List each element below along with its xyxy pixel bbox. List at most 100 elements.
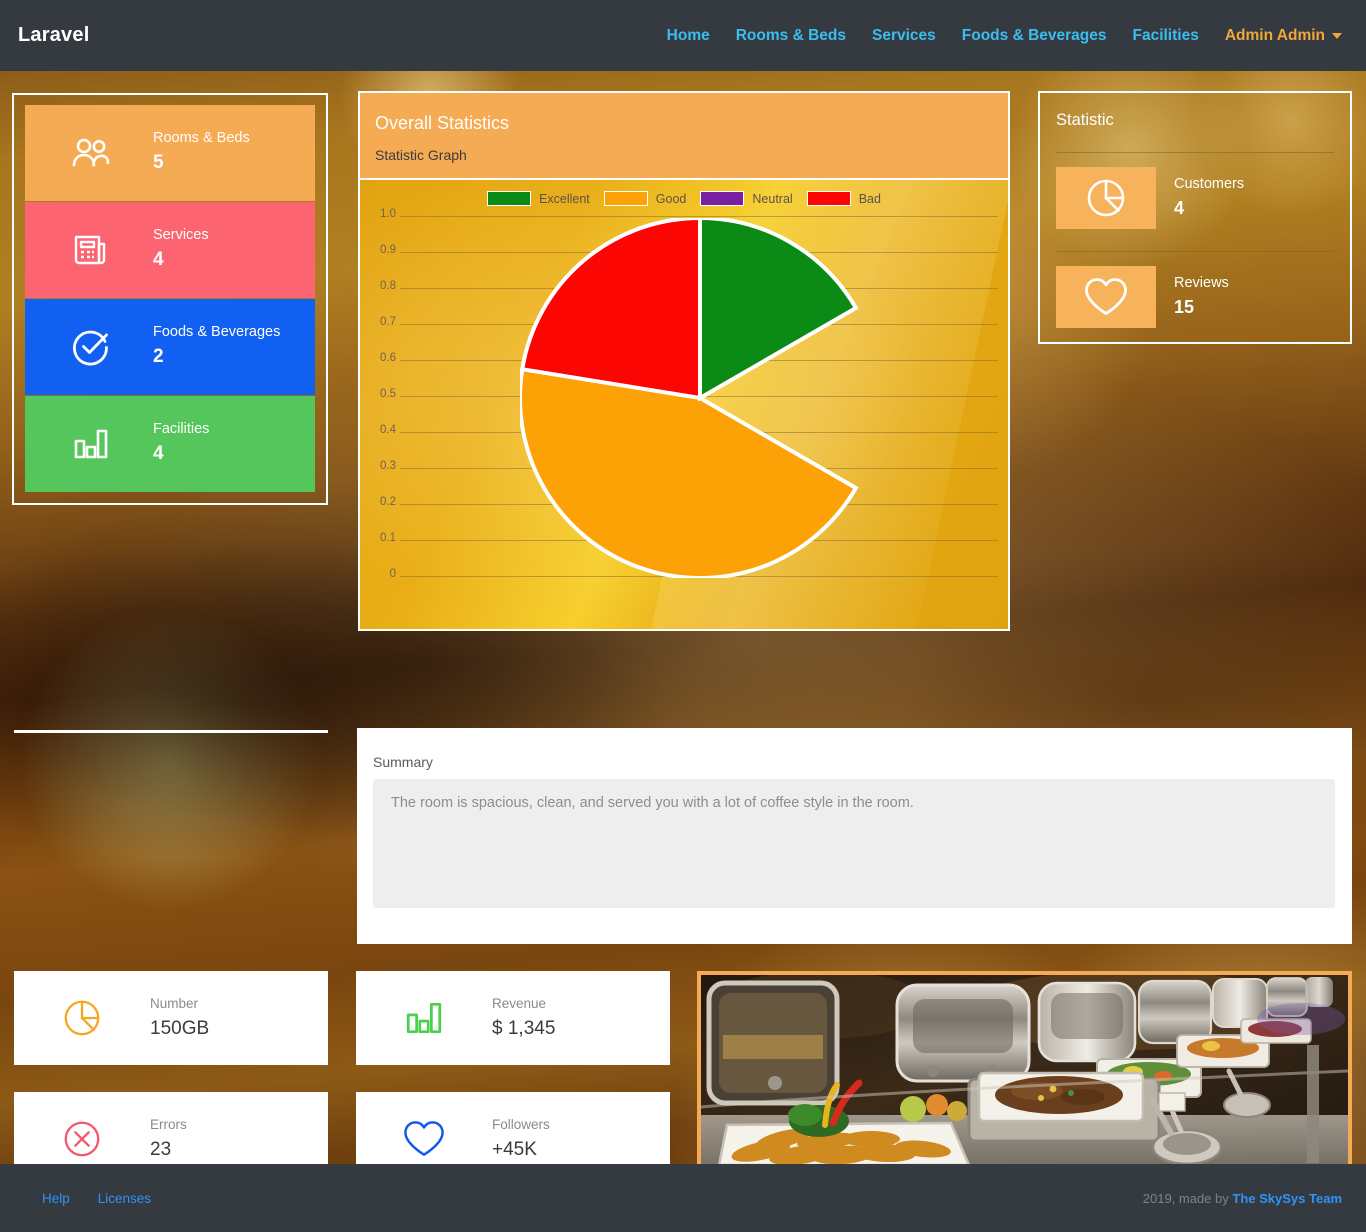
footer-credit-link[interactable]: The SkySys Team xyxy=(1232,1191,1342,1206)
statistic-row-text: Reviews 15 xyxy=(1156,273,1229,322)
chart-y-tick: 1.0 xyxy=(380,208,396,220)
chart-legend: Excellent Good Neutral Bad xyxy=(360,191,1008,206)
summary-card: Summary xyxy=(357,728,1352,944)
user-menu-label: Admin Admin xyxy=(1224,26,1325,44)
pie-chart-icon xyxy=(1056,167,1156,229)
mini-card-value: 23 xyxy=(150,1139,172,1161)
chart-title: Overall Statistics xyxy=(375,113,510,133)
quick-stat-value: 4 xyxy=(153,249,164,271)
legend-swatch-neutral xyxy=(700,191,745,206)
legend-item-excellent[interactable]: Excellent xyxy=(487,191,590,206)
mini-card-label: Followers xyxy=(492,1117,550,1133)
buffet-food-photo xyxy=(701,975,1348,1177)
mini-card-label: Revenue xyxy=(492,996,547,1012)
chart-y-tick: 0.1 xyxy=(380,532,396,544)
mini-card-label: Errors xyxy=(150,1117,187,1133)
mini-card-label: Number xyxy=(150,996,199,1012)
chart-subtitle: Statistic Graph xyxy=(375,147,467,163)
nav-links: Home Rooms & Beds Services Foods & Bever… xyxy=(667,27,1350,45)
quick-stat-foods-beverages[interactable]: Foods & Beverages 2 xyxy=(25,299,315,395)
chart-y-tick: 0.8 xyxy=(380,280,396,292)
quick-stat-label: Facilities xyxy=(153,421,210,438)
statistic-row-text: Customers 4 xyxy=(1156,174,1244,223)
mini-card-value: 150GB xyxy=(150,1018,210,1040)
quick-stat-text: Rooms & Beds 5 xyxy=(153,128,250,178)
check-circle-icon xyxy=(29,327,153,367)
quick-stat-value: 5 xyxy=(153,152,164,174)
quick-stat-label: Services xyxy=(153,227,209,244)
chart-y-tick: 0.5 xyxy=(380,388,396,400)
statistic-row-value: 15 xyxy=(1174,297,1195,318)
footer-credit: 2019, made by The SkySys Team xyxy=(1143,1191,1342,1206)
buffet-photo-card[interactable] xyxy=(697,971,1352,1181)
statistic-row-reviews[interactable]: Reviews 15 xyxy=(1056,252,1334,328)
footer: Help Licenses 2019, made by The SkySys T… xyxy=(0,1164,1366,1232)
newspaper-icon xyxy=(29,233,153,267)
mini-card-value: +45K xyxy=(492,1139,537,1161)
page-root: Laravel Home Rooms & Beds Services Foods… xyxy=(0,0,1366,1232)
legend-item-neutral[interactable]: Neutral xyxy=(700,191,793,206)
mini-card-text: Errors 23 xyxy=(150,1114,187,1163)
bar-chart-icon xyxy=(29,427,153,461)
nav-link-rooms-beds[interactable]: Rooms & Beds xyxy=(736,27,846,45)
legend-label-neutral: Neutral xyxy=(752,191,793,206)
legend-item-bad[interactable]: Bad xyxy=(806,191,881,206)
chart-gridline xyxy=(400,216,998,217)
quick-stat-services[interactable]: Services 4 xyxy=(25,202,315,298)
nav-link-services[interactable]: Services xyxy=(872,27,936,45)
heart-icon xyxy=(1056,266,1156,328)
nav-link-home[interactable]: Home xyxy=(667,27,710,45)
quick-stat-text: Services 4 xyxy=(153,225,209,275)
quick-stat-facilities[interactable]: Facilities 4 xyxy=(25,396,315,492)
chart-y-tick: 0.6 xyxy=(380,352,396,364)
user-menu[interactable]: Admin Admin xyxy=(1225,27,1342,45)
quick-stat-rooms-beds[interactable]: Rooms & Beds 5 xyxy=(25,105,315,201)
chart-y-tick: 0 xyxy=(389,568,396,580)
nav-link-foods-beverages[interactable]: Foods & Beverages xyxy=(962,27,1107,45)
overall-statistics-card: Overall Statistics Statistic Graph Excel… xyxy=(358,91,1010,631)
quick-stat-text: Foods & Beverages 2 xyxy=(153,322,280,372)
footer-link-help[interactable]: Help xyxy=(42,1191,70,1206)
pie-slice-bad[interactable] xyxy=(519,215,702,401)
quick-stat-label: Rooms & Beds xyxy=(153,130,250,147)
chart-y-tick: 0.3 xyxy=(380,460,396,472)
quick-stat-value: 2 xyxy=(153,346,164,368)
mini-card-revenue[interactable]: Revenue $ 1,345 xyxy=(356,971,670,1065)
pie-chart[interactable] xyxy=(518,215,880,580)
error-circle-icon xyxy=(14,1118,150,1160)
mini-card-text: Followers +45K xyxy=(492,1114,550,1163)
quick-stat-label: Foods & Beverages xyxy=(153,324,281,341)
bar-chart-icon xyxy=(356,1000,492,1036)
legend-swatch-good xyxy=(603,191,648,206)
nav-link-facilities[interactable]: Facilities xyxy=(1132,27,1198,45)
statistic-panel: Statistic Customers 4 Reviews 15 xyxy=(1038,91,1352,344)
top-navbar: Laravel Home Rooms & Beds Services Foods… xyxy=(0,0,1366,71)
mini-card-text: Revenue $ 1,345 xyxy=(492,993,555,1042)
quick-stat-value: 4 xyxy=(153,443,164,465)
chart-y-tick: 0.2 xyxy=(380,496,396,508)
brand-logo[interactable]: Laravel xyxy=(18,24,89,47)
legend-item-good[interactable]: Good xyxy=(603,191,687,206)
pie-slice-excellent[interactable] xyxy=(698,215,859,402)
quick-stats-panel: Rooms & Beds 5 Services 4 Foods & Bevera… xyxy=(12,93,328,505)
pie-chart-icon xyxy=(14,997,150,1039)
statistic-row-value: 4 xyxy=(1174,198,1185,219)
legend-swatch-excellent xyxy=(487,191,532,206)
legend-swatch-bad xyxy=(806,191,851,206)
chart-plot-area: Excellent Good Neutral Bad 1.0 0.9 0.8 0… xyxy=(360,180,1008,629)
chevron-down-icon xyxy=(1332,32,1342,39)
footer-links: Help Licenses xyxy=(42,1191,151,1206)
mini-card-text: Number 150GB xyxy=(150,993,209,1042)
footer-link-licenses[interactable]: Licenses xyxy=(98,1191,151,1206)
chart-y-tick: 0.7 xyxy=(380,316,396,328)
quick-stat-text: Facilities 4 xyxy=(153,419,209,469)
chart-y-tick: 0.4 xyxy=(380,424,396,436)
left-divider xyxy=(14,730,328,733)
statistic-row-label: Customers xyxy=(1174,175,1245,192)
summary-textarea[interactable] xyxy=(373,779,1335,908)
legend-label-good: Good xyxy=(655,191,687,206)
statistic-panel-title: Statistic xyxy=(1056,111,1114,129)
statistic-row-customers[interactable]: Customers 4 xyxy=(1056,153,1334,229)
footer-credit-prefix: 2019, made by xyxy=(1142,1190,1233,1206)
mini-card-number[interactable]: Number 150GB xyxy=(14,971,328,1065)
